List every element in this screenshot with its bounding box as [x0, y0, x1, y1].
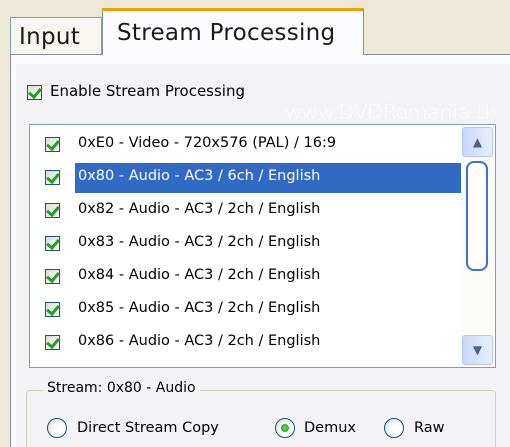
stream-checkbox[interactable] — [45, 335, 60, 350]
stream-label: 0x80 - Audio - AC3 / 6ch / English — [75, 163, 461, 193]
stream-list-item[interactable]: 0x85 - Audio - AC3 / 2ch / English — [30, 293, 462, 326]
direct-stream-copy-radio[interactable] — [47, 418, 67, 438]
stream-checkbox[interactable] — [45, 269, 60, 284]
stream-checkbox[interactable] — [45, 236, 60, 251]
watermark-text: www.DVDRomania.tk — [285, 100, 496, 124]
enable-stream-processing-label: Enable Stream Processing — [50, 82, 245, 100]
tab-input-label: Input — [19, 24, 81, 50]
demux-radio[interactable] — [275, 418, 295, 438]
stream-label: 0x83 - Audio - AC3 / 2ch / English — [78, 234, 321, 250]
raw-radio[interactable] — [384, 418, 404, 438]
stream-label: 0x84 - Audio - AC3 / 2ch / English — [78, 267, 321, 283]
enable-stream-processing-checkbox[interactable] — [27, 85, 42, 100]
stream-list-item[interactable]: 0x82 - Audio - AC3 / 2ch / English — [30, 194, 462, 227]
stream-list-item[interactable]: 0x86 - Audio - AC3 / 2ch / English — [30, 326, 462, 359]
tab-input[interactable]: Input — [10, 17, 102, 55]
scroll-up-arrow-icon[interactable]: ▲ — [462, 127, 493, 157]
stream-list-item[interactable]: 0x83 - Audio - AC3 / 2ch / English — [30, 227, 462, 260]
tab-stream-processing-label: Stream Processing — [117, 20, 336, 46]
stream-list[interactable]: 0xE0 - Video - 720x576 (PAL) / 16:9 0x80… — [29, 124, 496, 368]
stream-group-title: Stream: 0x80 - Audio — [43, 380, 200, 396]
demux-label: Demux — [304, 420, 356, 436]
stream-checkbox[interactable] — [45, 170, 60, 185]
stream-label: 0xE0 - Video - 720x576 (PAL) / 16:9 — [78, 135, 337, 151]
raw-label: Raw — [414, 420, 445, 436]
stream-checkbox[interactable] — [45, 203, 60, 218]
stream-list-scrollbar[interactable]: ▲ ▼ — [461, 126, 494, 366]
scrollbar-thumb[interactable] — [466, 161, 488, 271]
stream-list-item[interactable]: 0x84 - Audio - AC3 / 2ch / English — [30, 260, 462, 293]
stream-checkbox[interactable] — [45, 302, 60, 317]
direct-stream-copy-label: Direct Stream Copy — [77, 420, 219, 436]
stream-options-group — [26, 390, 496, 447]
tab-stream-processing[interactable]: Stream Processing — [102, 8, 364, 55]
stream-list-item[interactable]: 0xE0 - Video - 720x576 (PAL) / 16:9 — [30, 128, 462, 161]
stream-label: 0x82 - Audio - AC3 / 2ch / English — [78, 201, 321, 217]
stream-label: 0x86 - Audio - AC3 / 2ch / English — [78, 333, 321, 349]
stream-label: 0x85 - Audio - AC3 / 2ch / English — [78, 300, 321, 316]
stream-checkbox[interactable] — [45, 137, 60, 152]
scroll-down-arrow-icon[interactable]: ▼ — [462, 335, 493, 365]
stream-list-item-selected[interactable]: 0x80 - Audio - AC3 / 6ch / English — [30, 161, 462, 194]
